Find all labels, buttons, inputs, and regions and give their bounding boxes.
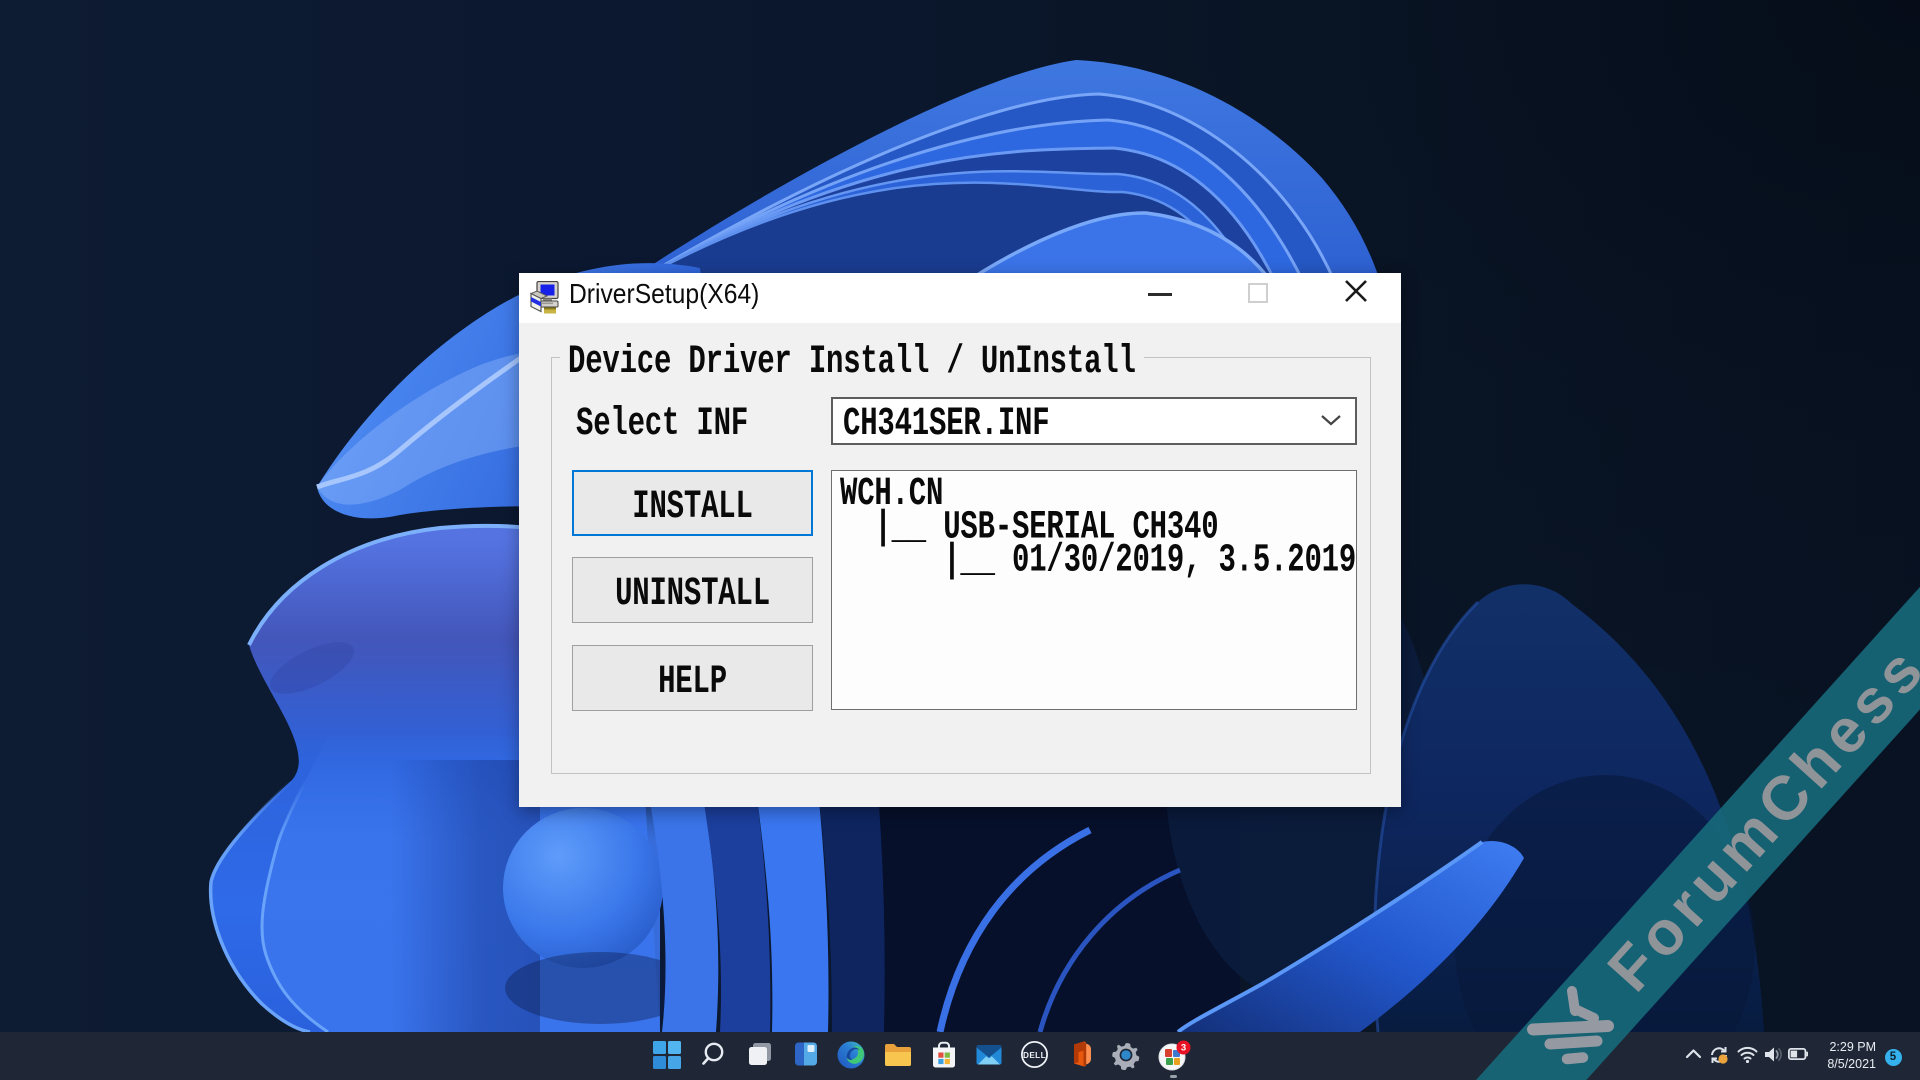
svg-text:DELL: DELL [1023,1051,1046,1060]
svg-text:3: 3 [1181,1043,1186,1054]
